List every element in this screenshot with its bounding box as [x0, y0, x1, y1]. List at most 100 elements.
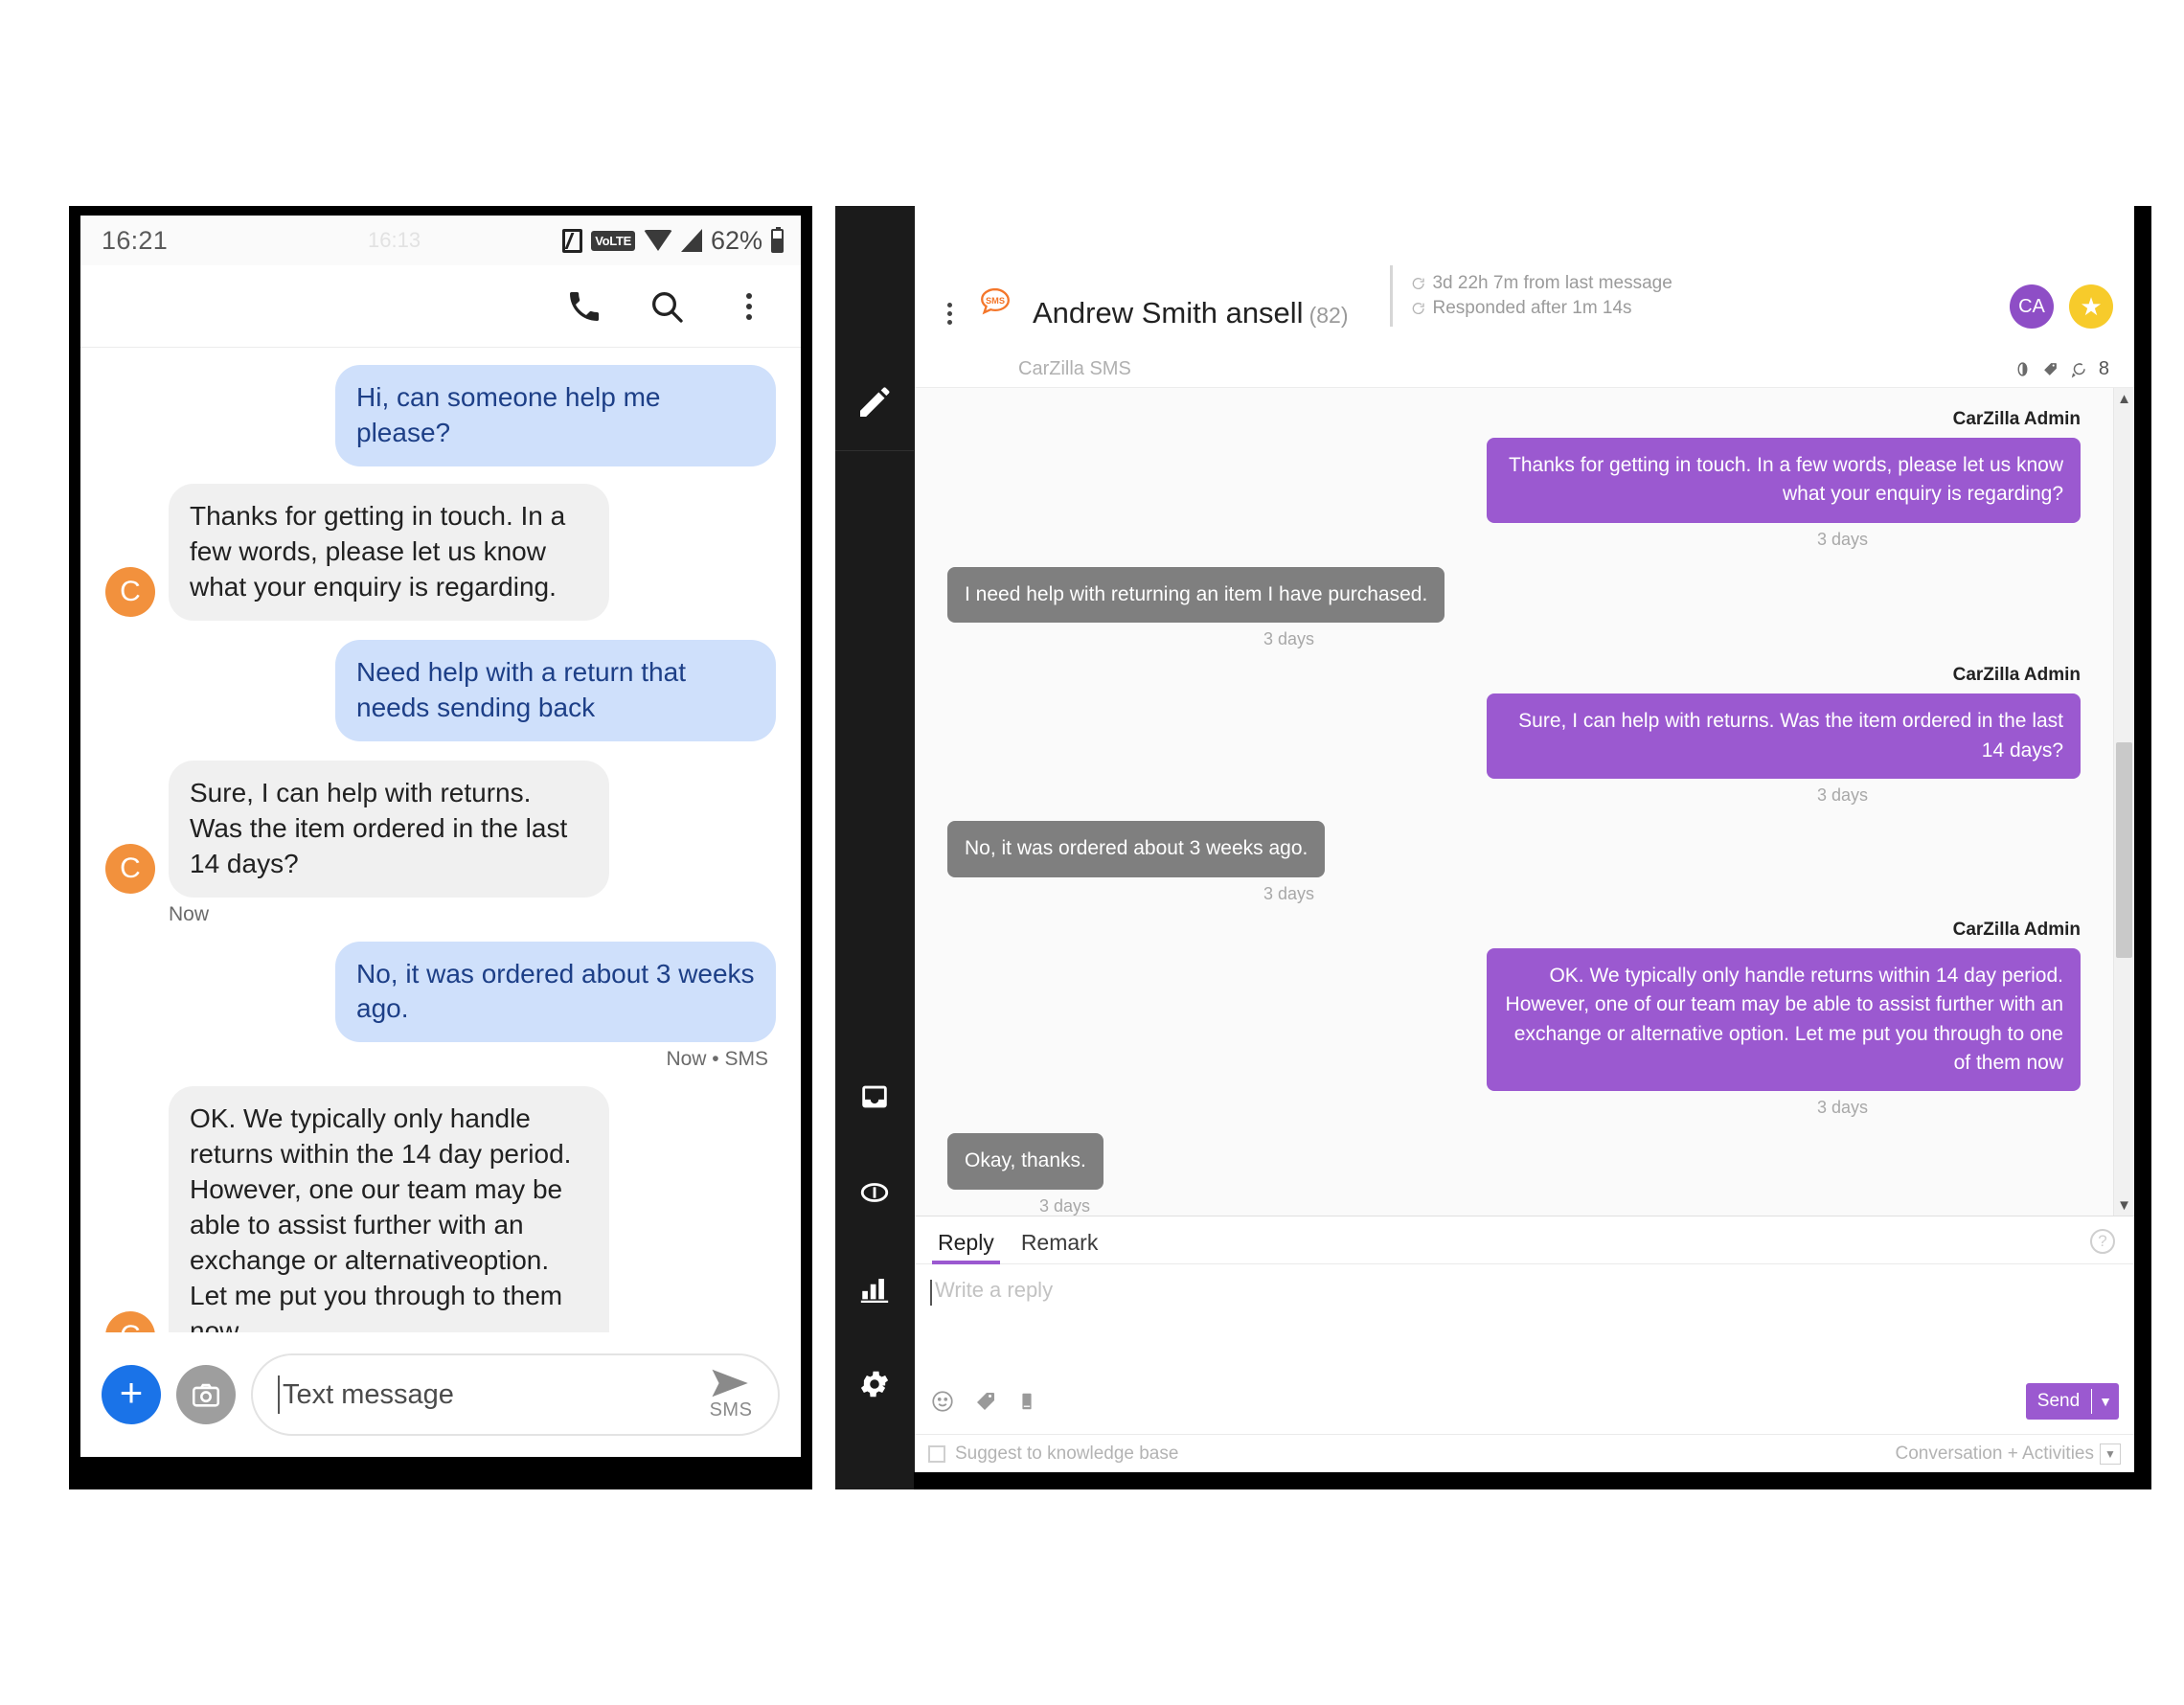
conversation-meta: 3d 22h 7m from last message Responded af… — [1390, 265, 1672, 327]
text-cursor — [278, 1375, 280, 1414]
text-cursor — [930, 1280, 932, 1306]
nfc-icon — [562, 228, 583, 253]
chevron-down-icon[interactable]: ▼ — [2114, 1194, 2134, 1216]
send-button[interactable]: Send ▼ — [2025, 1383, 2119, 1420]
phone-app-bar — [80, 265, 801, 348]
message-bubble-customer: I need help with returning an item I hav… — [947, 566, 1445, 624]
activity-filter[interactable]: Conversation + Activities ▼ — [1895, 1443, 2121, 1465]
message-row: C Thanks for getting in touch. In a few … — [80, 483, 801, 621]
phone-message-thread[interactable]: Hi, can someone help me please? C Thanks… — [80, 348, 801, 1332]
message-row: No, it was ordered about 3 weeks ago. — [80, 941, 801, 1043]
sidebar-item-compose[interactable] — [835, 354, 914, 450]
reply-panel: Reply Remark ? Write a reply Send ▼ — [915, 1216, 2134, 1434]
message-sender: CarZilla Admin — [1952, 409, 2081, 429]
contact-name: Andrew Smith ansell — [1033, 296, 1304, 330]
sidebar-item-settings[interactable] — [835, 1336, 914, 1432]
message-timestamp: 3 days — [1816, 1098, 1868, 1118]
wifi-icon — [643, 230, 672, 251]
message-timestamp: Now • SMS — [666, 1048, 768, 1071]
sidebar-rail — [835, 206, 914, 1489]
message-bubble-customer: No, it was ordered about 3 weeks ago. — [947, 821, 1326, 877]
more-options-icon[interactable] — [730, 292, 768, 320]
message-bubble-agent: OK. We typically only handle returns wit… — [1487, 947, 2081, 1092]
message-input[interactable]: Text message SMS — [251, 1353, 780, 1436]
suggest-knowledge-base-label: Suggest to knowledge base — [955, 1443, 1179, 1464]
tab-reply[interactable]: Reply — [924, 1230, 1008, 1264]
svg-text:SMS: SMS — [986, 296, 1005, 306]
camera-icon[interactable] — [176, 1365, 236, 1424]
message-timestamp: 3 days — [1263, 629, 1315, 649]
message-bubble-agent: Thanks for getting in touch. In a few wo… — [1487, 438, 2081, 523]
sidebar-item-inbox[interactable] — [835, 1049, 914, 1145]
emoji-icon[interactable] — [930, 1389, 955, 1414]
message-bubble-incoming: Sure, I can help with returns. Was the i… — [169, 760, 609, 898]
send-button[interactable]: SMS — [709, 1368, 753, 1421]
chevron-down-icon[interactable]: ▼ — [2092, 1383, 2119, 1420]
message-timestamp: 3 days — [1816, 529, 1868, 549]
suggest-knowledge-base-checkbox[interactable] — [928, 1444, 945, 1463]
scrollbar-thumb[interactable] — [2116, 742, 2132, 958]
plus-icon[interactable]: + — [102, 1365, 161, 1424]
meta-row: Responded after 1m 14s — [1410, 298, 1672, 319]
header-actions: CA ★ — [2010, 284, 2113, 329]
conversation-icon — [1413, 303, 1425, 314]
channel-label: CarZilla SMS — [1018, 358, 1131, 379]
search-icon[interactable] — [648, 287, 686, 326]
snippet-icon[interactable] — [1016, 1390, 1037, 1413]
tag-icon[interactable] — [2042, 361, 2059, 377]
status-clock: 16:21 — [102, 225, 169, 255]
tag-icon[interactable] — [974, 1390, 997, 1413]
send-label: Send — [2036, 1391, 2081, 1411]
message-group: CarZilla Admin Sure, I can help with ret… — [947, 665, 2081, 806]
desktop-app-window: SMS Andrew Smith ansell (82) 3d 22h 7m fr… — [914, 206, 2134, 1472]
message-bubble-incoming: OK. We typically only handle returns wit… — [169, 1086, 609, 1332]
message-bubble-customer: Okay, thanks. — [947, 1133, 1103, 1190]
star-icon[interactable]: ★ — [2069, 284, 2113, 329]
phone-screen: 16:21 16:13 VoLTE 62% Hi, can someone he… — [80, 216, 801, 1457]
reply-footer: Suggest to knowledge base Conversation +… — [915, 1434, 2134, 1472]
message-row: C Sure, I can help with returns. Was the… — [80, 760, 801, 898]
avatar: C — [105, 1311, 155, 1332]
conversation-icon — [1413, 278, 1425, 289]
desktop-message-thread[interactable]: CarZilla Admin Thanks for getting in tou… — [915, 388, 2113, 1216]
conversation-icon[interactable] — [2070, 361, 2087, 378]
tab-remark[interactable]: Remark — [1008, 1230, 1112, 1263]
cellular-signal-icon — [680, 229, 702, 252]
help-icon[interactable]: ? — [2090, 1229, 2115, 1254]
thread-scrollbar[interactable]: ▲ ▼ — [2113, 388, 2134, 1216]
phone-composer-bar: + Text message SMS — [80, 1332, 801, 1457]
message-sender: CarZilla Admin — [1952, 919, 2081, 940]
message-timestamp: 3 days — [1816, 785, 1868, 806]
thread-area: CarZilla Admin Thanks for getting in tou… — [915, 388, 2134, 1216]
avatar[interactable]: CA — [2010, 284, 2054, 329]
battery-percent-label: 62% — [710, 225, 762, 255]
volte-icon: VoLTE — [591, 230, 635, 251]
status-indicators: VoLTE 62% — [562, 226, 784, 256]
chevron-up-icon[interactable]: ▲ — [2114, 388, 2134, 409]
reply-input[interactable]: Write a reply — [915, 1264, 2134, 1369]
message-input-placeholder: Text message — [283, 1378, 454, 1410]
sidebar-divider — [835, 450, 914, 451]
status-ghost-clock: 16:13 — [368, 228, 421, 252]
message-group: I need help with returning an item I hav… — [947, 566, 2081, 649]
message-group: No, it was ordered about 3 weeks ago. 3 … — [947, 821, 2081, 903]
contact-count: (82) — [1308, 303, 1349, 328]
sidebar-item-dashboard[interactable] — [835, 1145, 914, 1240]
message-row: Need help with a return that needs sendi… — [80, 639, 801, 741]
message-bubble-outgoing: No, it was ordered about 3 weeks ago. — [335, 941, 776, 1043]
send-sms-label: SMS — [709, 1399, 753, 1421]
meta-last-message: 3d 22h 7m from last message — [1432, 273, 1672, 293]
sidebar-item-reports[interactable] — [835, 1240, 914, 1336]
more-options-icon[interactable] — [947, 303, 952, 325]
avatar: C — [105, 566, 155, 617]
conversation-subbar: CarZilla SMS 8 — [915, 352, 2134, 388]
split-icon[interactable] — [2014, 361, 2031, 377]
chevron-down-icon[interactable]: ▼ — [2100, 1443, 2121, 1465]
message-timestamp: Now — [169, 902, 210, 925]
message-bubble-outgoing: Hi, can someone help me please? — [335, 365, 776, 466]
message-timestamp: 3 days — [1263, 883, 1315, 903]
sms-bubble-icon: SMS — [973, 282, 1017, 330]
phone-status-bar: 16:21 16:13 VoLTE 62% — [80, 216, 801, 265]
call-icon[interactable] — [565, 287, 603, 326]
page-title: Andrew Smith ansell (82) — [1033, 296, 1348, 330]
